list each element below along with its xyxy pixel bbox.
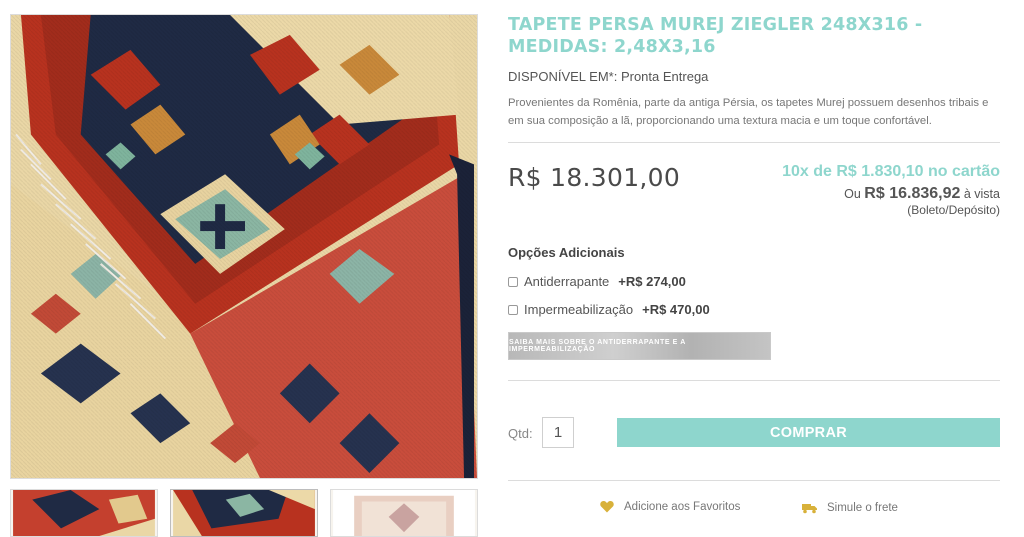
simulate-shipping-link[interactable]: Simule o frete [802,502,898,514]
truck-icon [802,503,817,513]
product-actions: Adicione aos Favoritos Simule o frete [508,500,1000,520]
option-antiderrapante[interactable]: Antiderrapante +R$ 274,00 [508,274,1000,289]
options-info-banner[interactable]: SAIBA MAIS SOBRE O ANTIDERRAPANTE E A IM… [508,332,771,360]
option-price: +R$ 274,00 [618,274,686,289]
thumbnail-strip [10,489,478,537]
add-favorite-link[interactable]: Adicione aos Favoritos [600,500,740,513]
qty-label: Qtd: [508,426,533,441]
price-section: R$ 18.301,00 10x de R$ 1.830,10 no cartã… [508,143,1000,241]
installments-text: 10x de R$ 1.830,10 no cartão [782,163,1000,180]
cash-prefix: Ou [844,187,861,201]
option-label: Impermeabilização [524,302,634,317]
availability-value: Pronta Entrega [620,69,709,84]
heart-icon [600,500,614,513]
price: R$ 18.301,00 [508,163,681,192]
cash-note: (Boleto/Depósito) [907,203,1000,217]
divider [508,480,1000,481]
product-description: Provenientes da Romênia, parte da antiga… [508,97,989,127]
buy-button[interactable]: COMPRAR [617,418,1000,447]
thumbnail-image [173,490,315,536]
availability-label: DISPONÍVEL EM*: [508,69,618,84]
shipping-label: Simule o frete [827,502,898,514]
option-label: Antiderrapante [524,274,610,289]
purchase-section: Qtd: 1 COMPRAR [508,381,1000,481]
cash-suffix: à vista [963,187,1000,201]
thumbnail-image [333,490,475,536]
product-main-image[interactable] [10,14,478,479]
cash-price: Ou R$ 16.836,92 à vista [844,185,1000,203]
favorite-label: Adicione aos Favoritos [624,500,741,513]
cash-amount: R$ 16.836,92 [864,185,961,202]
product-title: TAPETE PERSA MUREJ ZIEGLER 248X316 - MED… [508,15,923,57]
options-title: Opções Adicionais [508,245,625,260]
option-impermeabilizacao[interactable]: Impermeabilização +R$ 470,00 [508,302,1000,317]
thumbnail-2[interactable] [170,489,318,537]
availability: DISPONÍVEL EM*: Pronta Entrega [508,69,1000,84]
option-price: +R$ 470,00 [642,302,710,317]
checkbox[interactable] [508,276,518,287]
quantity-input[interactable]: 1 [542,417,574,448]
thumbnail-3[interactable] [330,489,478,537]
rug-photo [11,15,477,478]
checkbox[interactable] [508,304,518,315]
product-info: TAPETE PERSA MUREJ ZIEGLER 248X316 - MED… [508,14,1000,481]
thumbnail-1[interactable] [10,489,158,537]
thumbnail-image [13,490,155,536]
